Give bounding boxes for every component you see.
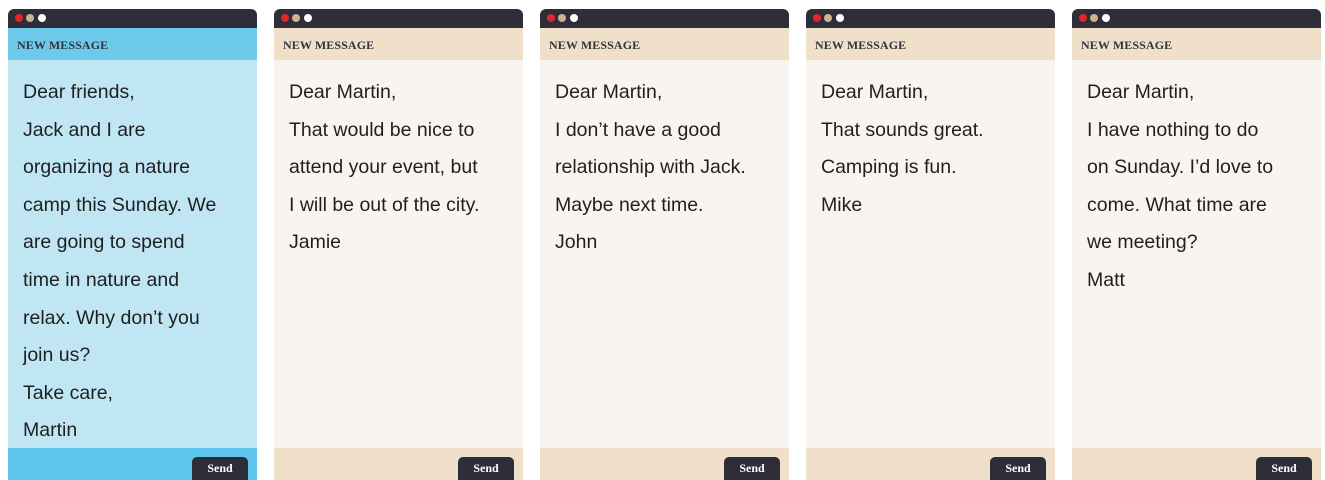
message-line: Take care, [23, 381, 113, 404]
message-line: relationship with Jack. [555, 156, 746, 179]
message-header: NEW MESSAGE [806, 28, 1055, 60]
window-title-bar [806, 9, 1055, 28]
message-text: Dear Martin, I don’t have a good relatio… [555, 74, 781, 262]
message-line: come. What time are [1087, 193, 1267, 216]
new-message-label: NEW MESSAGE [815, 38, 907, 52]
message-line: That would be nice to [289, 118, 475, 141]
message-header: NEW MESSAGE [8, 28, 257, 60]
message-line: John [555, 231, 598, 254]
new-message-label: NEW MESSAGE [17, 38, 109, 52]
close-dot-icon[interactable] [15, 14, 23, 22]
message-body[interactable]: Dear Martin, That would be nice to atten… [274, 60, 523, 448]
new-message-label: NEW MESSAGE [283, 38, 375, 52]
message-line: Jamie [289, 231, 342, 254]
message-line: relax. Why don’t you [23, 306, 200, 329]
message-line: Martin [23, 419, 78, 442]
message-body[interactable]: Dear Martin, That sounds great. Camping … [806, 60, 1055, 448]
message-header: NEW MESSAGE [540, 28, 789, 60]
message-line: join us? [23, 344, 91, 367]
message-window-jamie: NEW MESSAGE Dear Martin, That would be n… [274, 9, 523, 480]
message-body[interactable]: Dear Martin, I don’t have a good relatio… [540, 60, 789, 448]
maximize-dot-icon[interactable] [38, 14, 46, 22]
message-footer: Send [540, 448, 789, 480]
message-line: Dear Martin, [1087, 81, 1195, 103]
message-line: I don’t have a good [555, 118, 721, 141]
message-line: Camping is fun. [821, 156, 957, 179]
minimize-dot-icon[interactable] [292, 14, 300, 22]
message-line: time in nature and [23, 268, 180, 291]
minimize-dot-icon[interactable] [1090, 14, 1098, 22]
message-line: camp this Sunday. We [23, 193, 217, 216]
message-line: That sounds great. [821, 118, 984, 141]
message-line: Mike [821, 193, 863, 216]
message-line: Jack and I are [23, 118, 146, 141]
message-line: Dear Martin, [289, 81, 397, 103]
message-line: we meeting? [1087, 231, 1198, 254]
window-title-bar [274, 9, 523, 28]
window-title-bar [1072, 9, 1321, 28]
message-line: Maybe next time. [555, 193, 704, 216]
message-footer: Send [8, 448, 257, 480]
message-footer: Send [274, 448, 523, 480]
message-line: I will be out of the city. [289, 193, 480, 216]
minimize-dot-icon[interactable] [26, 14, 34, 22]
message-line: organizing a nature [23, 156, 190, 179]
close-dot-icon[interactable] [547, 14, 555, 22]
message-line: are going to spend [23, 231, 185, 254]
message-text: Dear Martin, That would be nice to atten… [289, 74, 515, 262]
message-body[interactable]: Dear friends, Jack and I are organizing … [8, 60, 257, 448]
message-window-john: NEW MESSAGE Dear Martin, I don’t have a … [540, 9, 789, 480]
message-line: Dear friends, [23, 81, 135, 103]
message-text: Dear friends, Jack and I are organizing … [23, 74, 249, 450]
maximize-dot-icon[interactable] [304, 14, 312, 22]
message-line: on Sunday. I’d love to [1087, 156, 1274, 179]
new-message-label: NEW MESSAGE [1081, 38, 1173, 52]
maximize-dot-icon[interactable] [1102, 14, 1110, 22]
send-button[interactable]: Send [1256, 457, 1312, 480]
message-window-martin: NEW MESSAGE Dear friends, Jack and I are… [8, 9, 257, 480]
minimize-dot-icon[interactable] [558, 14, 566, 22]
message-body[interactable]: Dear Martin, I have nothing to do on Sun… [1072, 60, 1321, 448]
message-line: attend your event, but [289, 156, 478, 179]
new-message-label: NEW MESSAGE [549, 38, 641, 52]
message-footer: Send [1072, 448, 1321, 480]
send-button[interactable]: Send [990, 457, 1046, 480]
maximize-dot-icon[interactable] [836, 14, 844, 22]
close-dot-icon[interactable] [281, 14, 289, 22]
message-window-matt: NEW MESSAGE Dear Martin, I have nothing … [1072, 9, 1321, 480]
message-line: Matt [1087, 268, 1125, 291]
close-dot-icon[interactable] [813, 14, 821, 22]
message-line: I have nothing to do [1087, 118, 1259, 141]
send-button[interactable]: Send [192, 457, 248, 480]
window-title-bar [8, 9, 257, 28]
message-line: Dear Martin, [555, 81, 663, 103]
message-line: Dear Martin, [821, 81, 929, 103]
window-title-bar [540, 9, 789, 28]
send-button[interactable]: Send [458, 457, 514, 480]
close-dot-icon[interactable] [1079, 14, 1087, 22]
message-header: NEW MESSAGE [1072, 28, 1321, 60]
minimize-dot-icon[interactable] [824, 14, 832, 22]
maximize-dot-icon[interactable] [570, 14, 578, 22]
message-header: NEW MESSAGE [274, 28, 523, 60]
message-window-mike: NEW MESSAGE Dear Martin, That sounds gre… [806, 9, 1055, 480]
send-button[interactable]: Send [724, 457, 780, 480]
message-text: Dear Martin, That sounds great. Camping … [821, 74, 1047, 224]
message-text: Dear Martin, I have nothing to do on Sun… [1087, 74, 1313, 300]
message-footer: Send [806, 448, 1055, 480]
